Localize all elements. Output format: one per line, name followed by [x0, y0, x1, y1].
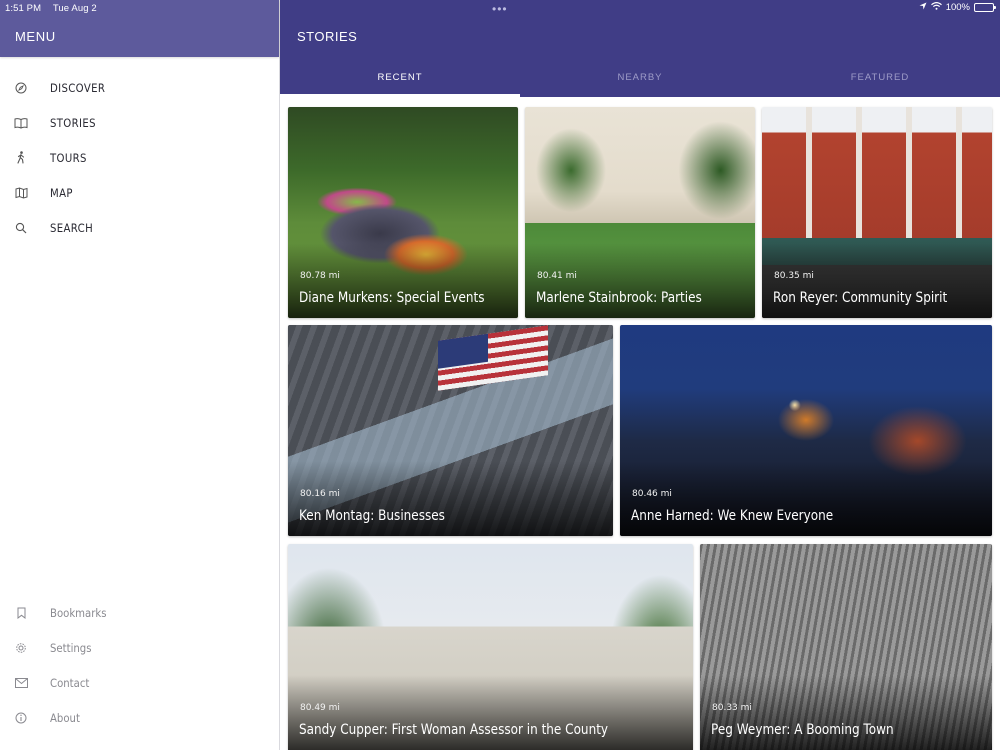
story-card[interactable]: 80.46 mi Anne Harned: We Knew Everyone	[620, 325, 992, 536]
story-distance: 80.78 mi	[300, 271, 340, 281]
sidebar-item-label: DISCOVER	[50, 80, 106, 95]
battery-percent: 100%	[945, 2, 970, 13]
sidebar-item-bookmarks[interactable]: Bookmarks	[0, 595, 280, 630]
info-icon	[14, 711, 28, 725]
sidebar-item-label: Bookmarks	[50, 605, 107, 620]
story-title: Sandy Cupper: First Woman Assessor in th…	[299, 722, 609, 738]
status-date: Tue Aug 2	[52, 3, 97, 14]
story-distance: 80.16 mi	[300, 489, 340, 499]
bookmark-icon	[14, 606, 28, 620]
story-card[interactable]: 80.49 mi Sandy Cupper: First Woman Asses…	[288, 544, 693, 750]
story-card[interactable]: 80.33 mi Peg Weymer: A Booming Town	[700, 544, 992, 750]
story-distance: 80.49 mi	[300, 703, 340, 713]
status-time: 1:51 PM	[5, 3, 42, 14]
map-icon	[14, 186, 28, 200]
gear-icon	[14, 641, 28, 655]
sidebar-item-label: STORIES	[50, 115, 96, 130]
sidebar-item-discover[interactable]: DISCOVER	[0, 70, 280, 105]
story-card[interactable]: 80.41 mi Marlene Stainbrook: Parties	[525, 107, 755, 318]
story-distance: 80.35 mi	[774, 271, 814, 281]
story-title: Anne Harned: We Knew Everyone	[631, 508, 834, 524]
stories-header: ••• 100% STORIES RECENT NEARBY FEATURED	[280, 0, 1000, 97]
sidebar-item-label: MAP	[50, 185, 73, 200]
sidebar-header: 1:51 PM Tue Aug 2 MENU	[0, 0, 279, 57]
compass-icon	[14, 81, 28, 95]
book-icon	[14, 116, 28, 130]
story-card[interactable]: 80.16 mi Ken Montag: Businesses	[288, 325, 613, 536]
sidebar-item-settings[interactable]: Settings	[0, 630, 280, 665]
sidebar-item-map[interactable]: MAP	[0, 175, 280, 210]
sidebar-item-label: Contact	[50, 675, 90, 690]
story-title: Peg Weymer: A Booming Town	[711, 722, 894, 738]
secondary-navigation: Bookmarks Settings Contact About	[0, 595, 280, 735]
story-distance: 80.33 mi	[712, 703, 752, 713]
main-navigation: DISCOVER STORIES TOURS MAP SEARCH	[0, 70, 280, 245]
envelope-icon	[14, 676, 28, 690]
menu-title: MENU	[15, 29, 56, 44]
story-card[interactable]: 80.35 mi Ron Reyer: Community Spirit	[762, 107, 992, 318]
battery-icon	[974, 3, 996, 12]
sidebar-item-stories[interactable]: STORIES	[0, 105, 280, 140]
wifi-icon	[930, 2, 942, 13]
sidebar-item-label: Settings	[50, 640, 92, 655]
multitasking-dots-icon[interactable]: •••	[492, 2, 508, 16]
sidebar-menu: 1:51 PM Tue Aug 2 MENU DISCOVER STORIES …	[0, 0, 280, 750]
tab-recent[interactable]: RECENT	[280, 57, 520, 97]
story-tabs: RECENT NEARBY FEATURED	[280, 57, 1000, 97]
status-bar-left: 1:51 PM Tue Aug 2	[5, 3, 97, 14]
story-distance: 80.41 mi	[537, 271, 577, 281]
tab-featured[interactable]: FEATURED	[760, 57, 1000, 97]
page-title: STORIES	[297, 29, 358, 44]
story-title: Ken Montag: Businesses	[299, 508, 445, 524]
sidebar-item-search[interactable]: SEARCH	[0, 210, 280, 245]
sidebar-item-label: SEARCH	[50, 220, 94, 235]
story-distance: 80.46 mi	[632, 489, 672, 499]
sidebar-item-tours[interactable]: TOURS	[0, 140, 280, 175]
search-icon	[14, 221, 28, 235]
status-bar-right: 100%	[919, 2, 996, 13]
walking-person-icon	[14, 151, 28, 165]
sidebar-item-contact[interactable]: Contact	[0, 665, 280, 700]
story-title: Marlene Stainbrook: Parties	[536, 290, 702, 306]
location-arrow-icon	[919, 2, 927, 13]
sidebar-item-label: TOURS	[50, 150, 87, 165]
story-title: Ron Reyer: Community Spirit	[773, 290, 948, 306]
story-card[interactable]: 80.78 mi Diane Murkens: Special Events	[288, 107, 518, 318]
stories-panel: ••• 100% STORIES RECENT NEARBY FEATURED …	[280, 0, 1000, 750]
tab-nearby[interactable]: NEARBY	[520, 57, 760, 97]
story-title: Diane Murkens: Special Events	[299, 290, 485, 306]
sidebar-item-about[interactable]: About	[0, 700, 280, 735]
sidebar-item-label: About	[50, 710, 80, 725]
